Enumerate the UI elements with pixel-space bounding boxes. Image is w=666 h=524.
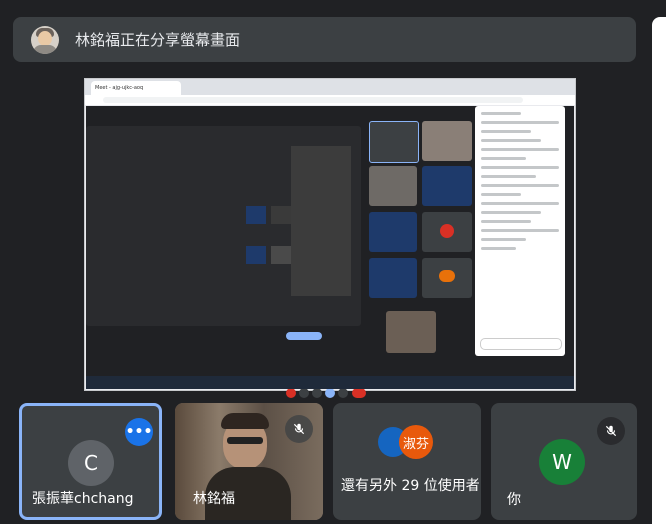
mini-tile — [422, 258, 472, 298]
participant-tile-1[interactable]: C ••• 張振華chchang — [19, 403, 162, 520]
mini-tile — [369, 121, 419, 163]
mini-control — [352, 388, 366, 398]
mini-tile — [422, 121, 472, 161]
shared-screen[interactable]: Meet - ajg-ujkc-aoq — [84, 78, 576, 398]
mini-tile — [422, 212, 472, 252]
mini-tile — [422, 166, 472, 206]
more-options-icon[interactable]: ••• — [125, 418, 153, 446]
participant-tile-3[interactable]: 淑芬 還有另外 29 位使用者 — [333, 403, 481, 520]
presenter-banner-text: 林銘福正在分享螢幕畫面 — [75, 31, 241, 49]
shared-browser-tabbar: Meet - ajg-ujkc-aoq — [85, 79, 575, 95]
mini-control — [299, 388, 309, 398]
stacked-avatar: 淑芬 — [399, 425, 433, 459]
mini-tile — [369, 212, 417, 252]
mini-tile — [386, 311, 436, 353]
shared-chat-panel — [475, 106, 565, 356]
nested-view — [86, 126, 361, 326]
participant-avatar: W — [539, 439, 585, 485]
mini-tile — [369, 258, 417, 298]
participant-name: 張振華chchang — [32, 491, 134, 507]
shared-browser-tab: Meet - ajg-ujkc-aoq — [91, 81, 181, 95]
others-count-label: 還有另外 29 位使用者 — [341, 478, 480, 494]
presenter-banner: 林銘福正在分享螢幕畫面 — [13, 17, 636, 62]
participant-name: 你 — [507, 492, 521, 508]
mic-off-icon — [597, 417, 625, 445]
mini-control — [286, 388, 296, 398]
mic-off-icon — [285, 415, 313, 443]
presenter-avatar — [31, 25, 59, 54]
shared-address-bar — [85, 95, 575, 105]
shared-taskbar — [86, 376, 574, 389]
participant-tile-4[interactable]: W 你 — [491, 403, 637, 520]
side-panel — [652, 17, 666, 524]
participant-tile-2[interactable]: 林銘福 — [175, 403, 323, 520]
mini-control — [338, 388, 348, 398]
mini-tile — [369, 166, 417, 206]
mini-control — [312, 388, 322, 398]
participant-avatar: C — [68, 440, 114, 486]
mini-control — [325, 388, 335, 398]
participant-name: 林銘福 — [193, 491, 235, 507]
